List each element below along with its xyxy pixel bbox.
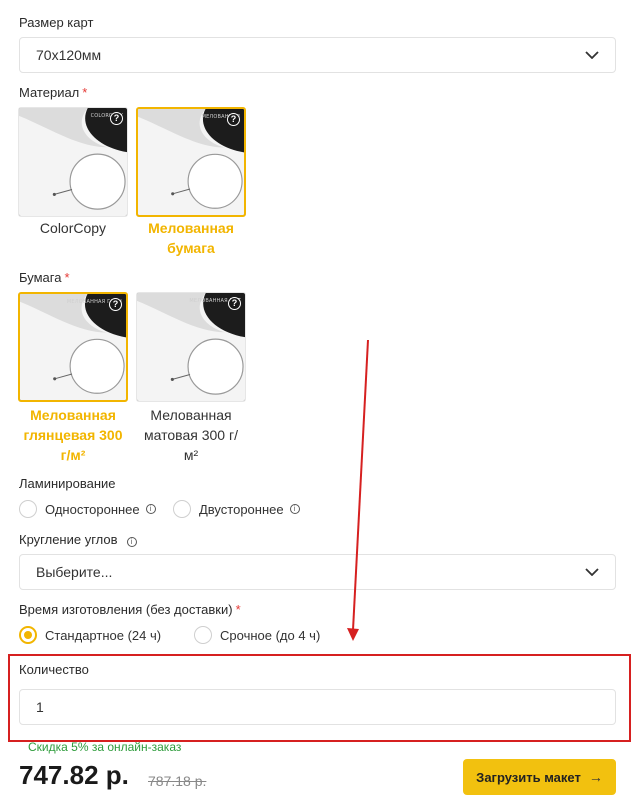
paper-option-matte[interactable]: МЕЛОВАННАЯ МАТ ? <box>136 292 246 402</box>
material-option-label: Мелованная бумага <box>148 220 234 256</box>
radio-label: Двустороннее <box>199 501 284 517</box>
material-option-label: ColorCopy <box>39 220 107 236</box>
info-icon[interactable]: i <box>126 537 137 547</box>
quantity-value: 1 <box>36 699 44 715</box>
paper-sample-image <box>20 294 126 400</box>
old-price: 787.18 р. <box>148 773 207 789</box>
production-standard-radio[interactable]: Стандартное (24 ч) <box>19 626 161 644</box>
paper-option-glossy[interactable]: МЕЛОВАННАЯ ГЛЯН ? <box>18 292 128 402</box>
radio-circle[interactable] <box>19 500 37 518</box>
corner-rounding-select[interactable]: Выберите... <box>19 554 616 590</box>
paper-option-label: Мелованная глянцевая 300 г/м² <box>23 407 123 463</box>
radio-circle[interactable] <box>173 500 191 518</box>
info-icon[interactable]: ? <box>228 297 241 310</box>
info-icon[interactable]: i <box>145 504 156 514</box>
info-icon[interactable]: ? <box>109 298 122 311</box>
lamination-two-sided-radio[interactable]: Двустороннее i <box>173 500 300 518</box>
chevron-down-icon <box>585 568 599 576</box>
quantity-input[interactable]: 1 <box>19 689 616 725</box>
card-size-select[interactable]: 70x120мм <box>19 37 616 73</box>
price: 747.82 р. <box>19 760 129 790</box>
radio-label: Одностороннее <box>45 501 140 517</box>
upload-layout-button[interactable]: Загрузить макет → <box>463 759 616 795</box>
info-icon[interactable]: i <box>289 504 300 514</box>
chevron-down-icon <box>585 51 599 59</box>
upload-button-label: Загрузить макет <box>476 769 581 785</box>
lamination-label: Ламинирование <box>19 476 116 491</box>
radio-label: Срочное (до 4 ч) <box>220 627 321 643</box>
production-time-label: Время изготовления (без доставки) * <box>19 602 241 617</box>
material-label: Материал * <box>19 85 88 100</box>
radio-circle[interactable] <box>194 626 212 644</box>
discount-note: Скидка 5% за онлайн-заказ <box>28 740 182 754</box>
corner-rounding-value: Выберите... <box>36 564 113 580</box>
card-size-value: 70x120мм <box>36 47 102 63</box>
material-option-coated[interactable]: МЕЛОВАННАЯ ? <box>136 107 246 217</box>
arrow-right-icon: → <box>588 769 603 785</box>
card-size-label: Размер карт <box>19 15 94 30</box>
production-urgent-radio[interactable]: Срочное (до 4 ч) <box>194 626 320 644</box>
material-option-colorcopy[interactable]: COLORCOPY ? <box>18 107 128 217</box>
paper-option-label: Мелованная матовая 300 г/ м² <box>144 407 238 463</box>
paper-sample-image <box>137 293 245 401</box>
paper-label: Бумага * <box>19 270 70 285</box>
corner-rounding-label: Кругление углов i <box>19 532 137 547</box>
info-icon[interactable]: ? <box>110 112 123 125</box>
info-icon[interactable]: ? <box>227 113 240 126</box>
radio-label: Стандартное (24 ч) <box>45 627 162 643</box>
radio-circle[interactable] <box>19 626 37 644</box>
quantity-label: Количество <box>19 662 89 677</box>
lamination-one-sided-radio[interactable]: Одностороннее i <box>19 500 156 518</box>
paper-sample-image <box>138 109 244 215</box>
paper-sample-image <box>19 108 127 216</box>
